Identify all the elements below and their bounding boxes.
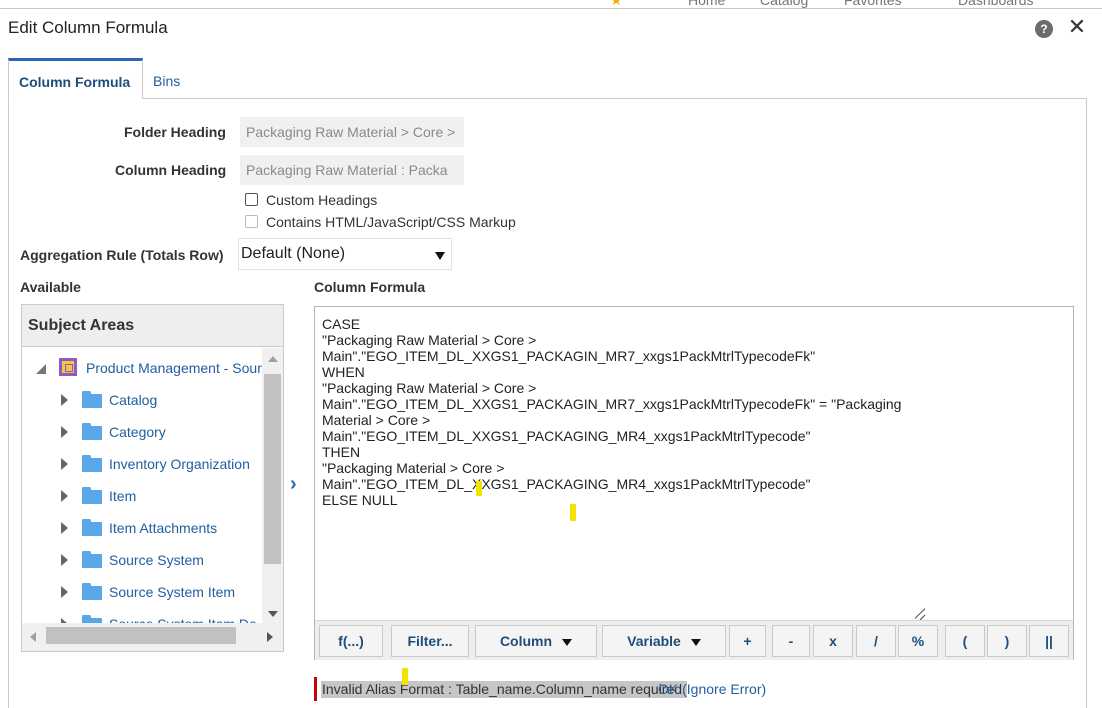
ignore-error-link[interactable]: OK (Ignore Error) xyxy=(658,681,766,698)
column-heading-field[interactable]: Packaging Raw Material : Packa xyxy=(240,155,464,185)
folder-icon xyxy=(82,583,102,600)
custom-headings-checkbox[interactable] xyxy=(245,193,258,206)
column-heading-label: Column Heading xyxy=(115,162,227,178)
tree-folder-label: Source System xyxy=(109,552,204,568)
scroll-up-icon[interactable] xyxy=(268,356,278,362)
nav-catalog[interactable]: Catalog xyxy=(760,0,808,8)
highlight-mark xyxy=(570,504,576,521)
tree-vertical-scrollbar[interactable] xyxy=(262,348,283,623)
highlight-mark xyxy=(476,481,482,496)
folder-heading-field[interactable]: Packaging Raw Material > Core > xyxy=(240,117,464,147)
tree-folder-item[interactable]: Source System xyxy=(22,550,262,570)
nav-favorites[interactable]: Favorites xyxy=(844,0,902,8)
tree-root-label: Product Management - Sour xyxy=(86,360,262,376)
tree-folder-item[interactable]: Item xyxy=(22,486,262,506)
tab-column-formula[interactable]: Column Formula xyxy=(8,58,143,99)
dropdown-arrow-icon xyxy=(435,252,445,260)
aggregation-rule-select[interactable]: Default (None) xyxy=(238,238,452,270)
tree-body: Product Management - Sour Catalog Catego… xyxy=(22,348,262,623)
expand-triangle-icon[interactable] xyxy=(61,522,68,534)
folder-heading-label: Folder Heading xyxy=(124,124,226,140)
expand-triangle-icon[interactable] xyxy=(61,490,68,502)
tree-folder-item[interactable]: Item Attachments xyxy=(22,518,262,538)
add-to-formula-arrow-icon[interactable]: › xyxy=(290,474,308,494)
edit-column-formula-dialog: Edit Column Formula ? ✕ Column Formula B… xyxy=(0,8,1102,708)
close-icon[interactable]: ✕ xyxy=(1066,16,1088,38)
error-message: Invalid Alias Format : Table_name.Column… xyxy=(321,681,687,698)
scroll-left-icon[interactable] xyxy=(30,632,36,642)
folder-icon xyxy=(82,487,102,504)
expand-triangle-icon[interactable] xyxy=(61,586,68,598)
tree-folder-item[interactable]: Source System Item De xyxy=(22,614,262,623)
subject-areas-header: Subject Areas xyxy=(22,305,283,347)
percent-button[interactable]: % xyxy=(898,625,938,657)
horizontal-scroll-thumb[interactable] xyxy=(46,627,236,644)
formula-toolbar: f(...) Filter... Column Variable + - x /… xyxy=(315,620,1073,660)
contains-markup-label: Contains HTML/JavaScript/CSS Markup xyxy=(266,214,516,230)
folder-icon xyxy=(82,423,102,440)
divide-button[interactable]: / xyxy=(856,625,896,657)
dialog-title: Edit Column Formula xyxy=(8,18,168,37)
folder-icon xyxy=(82,391,102,408)
column-button-label: Column xyxy=(499,633,553,649)
tree-folder-label: Category xyxy=(109,424,166,440)
minus-button[interactable]: - xyxy=(772,625,810,657)
expand-triangle-icon[interactable] xyxy=(61,426,68,438)
available-tree: Subject Areas Product Management - Sour … xyxy=(21,304,284,652)
column-button[interactable]: Column xyxy=(475,625,597,657)
expand-triangle-icon[interactable] xyxy=(61,554,68,566)
tree-folder-label: Item Attachments xyxy=(109,520,218,536)
favorites-star-icon: ★ xyxy=(610,0,623,8)
variable-button[interactable]: Variable xyxy=(602,625,726,657)
folder-icon xyxy=(82,551,102,568)
dialog-titlebar: Edit Column Formula ? ✕ xyxy=(0,9,1102,49)
tree-folder-label: Catalog xyxy=(109,392,158,408)
formula-editor[interactable]: CASE "Packaging Raw Material > Core > Ma… xyxy=(314,306,1074,660)
aggregation-rule-value: Default (None) xyxy=(241,245,346,262)
folder-icon xyxy=(82,519,102,536)
tree-root-item[interactable]: Product Management - Sour xyxy=(22,358,262,378)
plus-button[interactable]: + xyxy=(729,625,766,657)
available-label: Available xyxy=(20,279,81,295)
scroll-right-icon[interactable] xyxy=(267,632,273,642)
dropdown-arrow-icon xyxy=(562,638,573,646)
custom-headings-label: Custom Headings xyxy=(266,192,378,208)
nav-dashboards[interactable]: Dashboards xyxy=(958,0,1034,8)
aggregation-rule-label: Aggregation Rule (Totals Row) xyxy=(20,247,224,263)
contains-markup-checkbox xyxy=(245,215,258,228)
tree-folder-label: Inventory Organization xyxy=(109,456,250,472)
expand-triangle-icon[interactable] xyxy=(61,458,68,470)
help-icon[interactable]: ? xyxy=(1035,20,1053,38)
tree-folder-item[interactable]: Inventory Organization xyxy=(22,454,262,474)
filter-button[interactable]: Filter... xyxy=(391,625,469,657)
tree-folder-item[interactable]: Category xyxy=(22,422,262,442)
tree-folder-item[interactable]: Catalog xyxy=(22,390,262,410)
dropdown-arrow-icon xyxy=(690,638,701,646)
tree-folder-label: Source System Item De xyxy=(109,614,257,623)
formula-textarea[interactable]: CASE "Packaging Raw Material > Core > Ma… xyxy=(322,316,1002,508)
highlight-mark xyxy=(402,668,408,685)
folder-icon xyxy=(82,455,102,472)
column-formula-label: Column Formula xyxy=(314,279,426,295)
right-paren-button[interactable]: ) xyxy=(987,625,1027,657)
function-button[interactable]: f(...) xyxy=(319,625,383,657)
vertical-scroll-thumb[interactable] xyxy=(264,374,281,564)
error-indicator xyxy=(314,677,317,701)
nav-home[interactable]: Home xyxy=(688,0,725,8)
tree-folder-label: Item xyxy=(109,488,137,504)
expand-triangle-icon[interactable] xyxy=(61,394,68,406)
scroll-down-icon[interactable] xyxy=(268,611,278,617)
left-paren-button[interactable]: ( xyxy=(945,625,985,657)
concat-button[interactable]: || xyxy=(1029,625,1069,657)
tree-folder-label: Source System Item xyxy=(109,584,236,600)
resize-handle-icon[interactable] xyxy=(913,607,927,621)
collapse-triangle-icon[interactable] xyxy=(36,364,46,374)
tree-folder-item[interactable]: Source System Item xyxy=(22,582,262,602)
background-nav: ★ Home Catalog Favorites Dashboards xyxy=(600,0,1102,8)
variable-button-label: Variable xyxy=(627,633,681,649)
multiply-button[interactable]: x xyxy=(813,625,853,657)
tree-horizontal-scrollbar[interactable] xyxy=(22,623,283,651)
subject-area-icon xyxy=(59,358,77,376)
tab-bins[interactable]: Bins xyxy=(143,58,190,99)
